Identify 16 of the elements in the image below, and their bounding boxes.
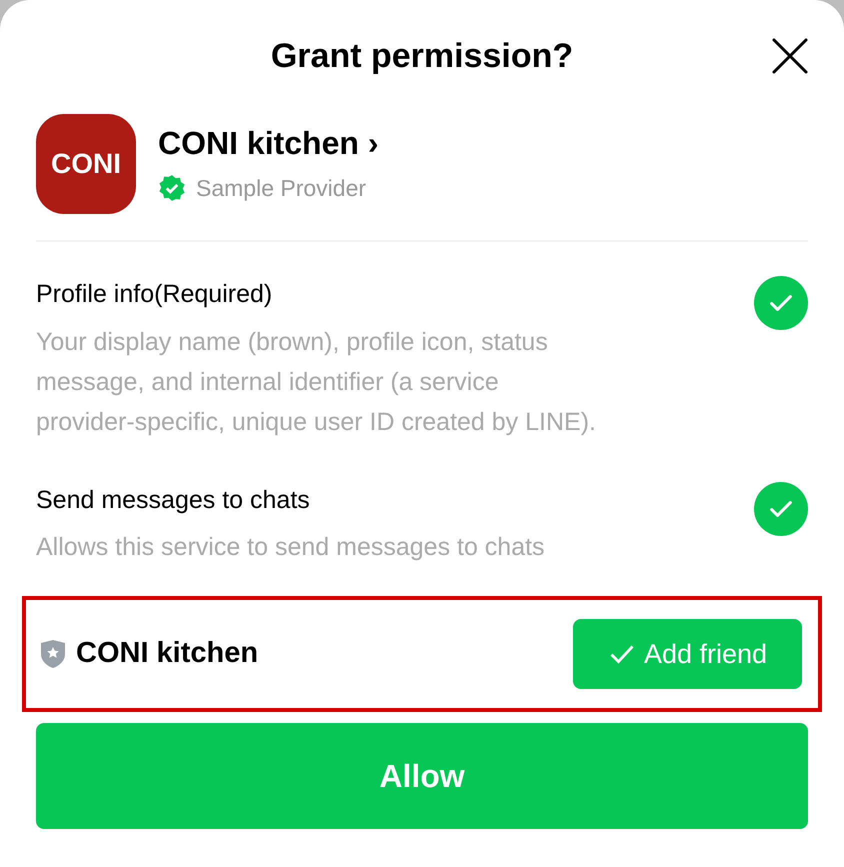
- checkmark-icon[interactable]: [754, 482, 808, 536]
- verified-badge-icon: [158, 174, 186, 202]
- allow-button[interactable]: Allow: [36, 723, 808, 829]
- add-friend-button[interactable]: Add friend: [573, 619, 802, 689]
- checkmark-icon[interactable]: [754, 276, 808, 330]
- friend-name: CONI kitchen: [76, 636, 258, 672]
- permission-description: Allows this service to send messages to chats: [36, 532, 546, 563]
- permission-description: Your display name (brown), profile icon, status message, and internal identifier (a service provider-specific, unique user ID created by LINE).: [36, 326, 597, 438]
- permission-title: Send messages to chats: [36, 484, 311, 516]
- permission-title: Profile info(Required): [36, 279, 274, 310]
- provider-subtitle: Sample Provider: [196, 174, 366, 203]
- provider-logo: CONI: [36, 114, 136, 214]
- provider-name-link[interactable]: CONI kitchen ›: [158, 122, 378, 163]
- close-icon[interactable]: [772, 38, 808, 74]
- dialog-title: Grant permission?: [270, 36, 574, 76]
- shield-icon: [40, 639, 66, 669]
